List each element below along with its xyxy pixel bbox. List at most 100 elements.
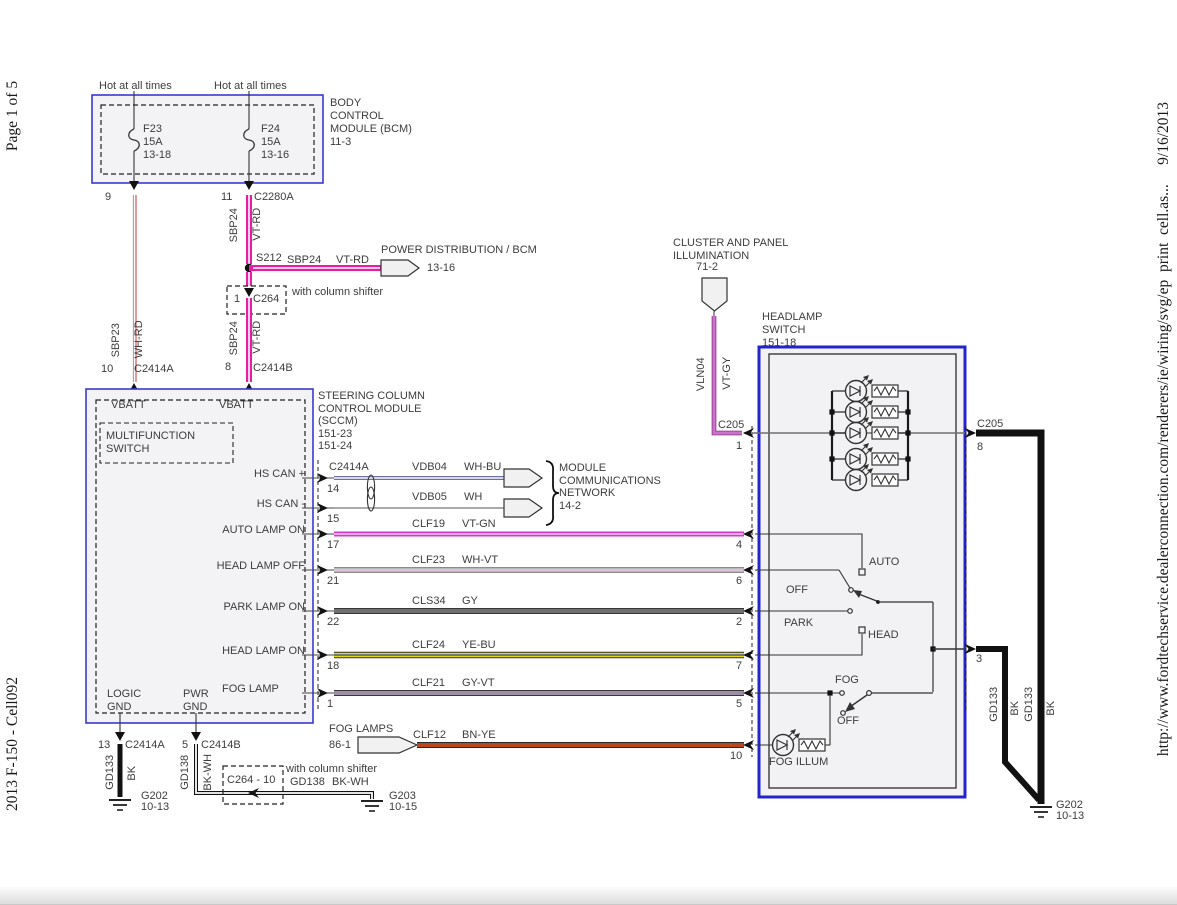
- sccm-title: STEERING COLUMN CONTROL MODULE (SCCM) 15…: [318, 390, 425, 453]
- c205-pin-8: 8: [977, 441, 983, 454]
- connector-c264: C264: [253, 293, 279, 306]
- color-bn-ye: BN-YE: [462, 729, 496, 742]
- sccm-pwr-gnd: PWR GND: [183, 688, 209, 713]
- ground-symbol-g202-left-icon: [109, 800, 131, 810]
- ground-g203-label: G203 10-15: [389, 791, 417, 813]
- color-ye-bu: YE-BU: [462, 639, 496, 652]
- pin-14: 14: [327, 483, 339, 496]
- ground-g202-right-label: G202 10-13: [1056, 800, 1084, 822]
- document-label: 2013 F-150 - Cell092: [5, 664, 21, 824]
- color-vt-rd-bot: VT-RD: [251, 317, 264, 357]
- pin-15: 15: [327, 513, 339, 526]
- hls-fog-label: FOG: [835, 674, 859, 687]
- power-distribution-title: POWER DISTRIBUTION / BCM: [381, 244, 537, 257]
- headlamp-switch-title: HEADLAMP SWITCH 151-18: [762, 311, 823, 350]
- bcm-title: BODY CONTROL MODULE (BCM) 11-3: [330, 97, 412, 149]
- connector-c205-left: C205: [718, 419, 744, 432]
- twisted-pair-icon: [367, 475, 374, 511]
- circuit-gd133-r2: GD133: [1023, 684, 1036, 724]
- pin-8: 8: [225, 361, 231, 374]
- pin-22: 22: [327, 616, 339, 629]
- signal-hs-can-minus: HS CAN -: [195, 498, 305, 511]
- park-contact-icon: [848, 609, 853, 614]
- gnd-conn-c2414a: C2414A: [125, 739, 165, 752]
- circuit-sbp24-top: SBP24: [228, 205, 241, 245]
- hls-fog-illum-label: FOG ILLUM: [769, 756, 828, 769]
- fuse-f24-label: F24 15A 13-16: [261, 123, 289, 162]
- color-vt-gn: VT-GN: [462, 518, 496, 531]
- color-wh: WH: [464, 491, 482, 504]
- circuit-vdb05: VDB05: [412, 491, 447, 504]
- right-ground-wires: [965, 428, 1052, 817]
- signal-auto-lamp-on: AUTO LAMP ON: [195, 524, 305, 537]
- hls-off-label: OFF: [786, 584, 808, 597]
- hls-head-label: HEAD: [868, 629, 899, 642]
- module-comm-connector-2-icon: [504, 499, 542, 517]
- connector-c205-right: C205: [977, 418, 1003, 431]
- circuit-gd138-h: GD138: [290, 776, 325, 789]
- ground-symbol-g203-icon: [361, 801, 383, 811]
- window-bottom-edge: [0, 886, 1177, 905]
- auto-contact-icon: [859, 569, 865, 575]
- fuse-f23-label: F23 15A 13-18: [143, 123, 171, 162]
- wire-vdb04-wh-bu: [334, 477, 504, 480]
- gnd-pin-13: 13: [98, 739, 110, 752]
- cluster-ref: 71-2: [696, 261, 718, 274]
- fog-illum-resistor-icon: [799, 739, 825, 751]
- url-footer-label: http://www.fordtechservice.dealerconnect…: [1156, 9, 1172, 849]
- wire-clf23-wh-vt: [334, 568, 744, 572]
- cluster-title: CLUSTER AND PANEL ILLUMINATION: [673, 237, 788, 262]
- c205-pin-1: 1: [736, 440, 742, 453]
- pin-18: 18: [327, 660, 339, 673]
- sccm-logic-gnd: LOGIC GND: [107, 688, 141, 713]
- bcm-pin-11: 11: [221, 191, 232, 204]
- color-vt-rd-h: VT-RD: [336, 254, 369, 267]
- signal-park-lamp-on: PARK LAMP ON: [195, 601, 305, 614]
- page-number-label: Page 1 of 5: [5, 71, 21, 161]
- fog-lamps-ref: 86-1: [329, 739, 351, 752]
- pin-1-fog: 1: [327, 698, 333, 711]
- pin-17: 17: [327, 539, 339, 552]
- color-wh-bu: WH-BU: [464, 461, 501, 474]
- wire-gd133-bk-branch: [976, 649, 1039, 800]
- signal-head-lamp-off: HEAD LAMP OFF: [195, 560, 305, 573]
- hls-fog-off-label: OFF: [837, 715, 859, 728]
- color-bk-wh: BK-WH: [202, 750, 215, 794]
- circuit-clf19: CLF19: [412, 518, 445, 531]
- sccm-vbatt-right: VBATT: [219, 399, 254, 412]
- ground-g202-left-label: G202 10-13: [141, 791, 169, 813]
- circuit-clf24: CLF24: [412, 639, 445, 652]
- circuit-clf23: CLF23: [412, 554, 445, 567]
- color-bk-r2: BK: [1045, 698, 1058, 718]
- signal-hs-can-plus: HS CAN +: [195, 468, 305, 481]
- fog-contact-icon: [840, 691, 845, 696]
- off-contact-icon: [849, 588, 854, 593]
- color-gy-vt: GY-VT: [462, 677, 495, 690]
- color-bk-left: BK: [126, 763, 139, 783]
- connector-c2414a-row1: C2414A: [329, 461, 369, 474]
- fog-lamps-title: FOG LAMPS: [329, 723, 393, 736]
- circuit-gd133-r1: GD133: [988, 684, 1001, 724]
- cluster-connector-icon: [702, 278, 727, 311]
- column-shifter-note-bottom: with column shifter: [286, 763, 377, 776]
- hls-pin-10: 10: [730, 750, 742, 763]
- connector-c2414a: C2414A: [134, 363, 174, 376]
- color-gy: GY: [462, 595, 478, 608]
- pin-21: 21: [327, 575, 339, 588]
- brace-icon: [546, 461, 559, 525]
- power-distribution-connector-icon: [381, 260, 419, 276]
- wiring-diagram-page: Page 1 of 5 2013 F-150 - Cell092 http://…: [0, 0, 1177, 905]
- hls-auto-label: AUTO: [869, 556, 899, 569]
- color-vt-rd-top: VT-RD: [251, 204, 264, 244]
- circuit-clf21: CLF21: [412, 677, 445, 690]
- signal-fog-lamp: FOG LAMP: [222, 683, 279, 696]
- signal-head-lamp-on: HEAD LAMP ON: [195, 645, 305, 658]
- connector-c264-10: C264 - 10: [227, 774, 275, 787]
- circuit-vln04: VLN04: [695, 354, 708, 394]
- bcm-pin-9: 9: [105, 191, 111, 204]
- circuit-sbp24-bot: SBP24: [228, 318, 241, 358]
- connector-c2414b: C2414B: [253, 362, 293, 375]
- module-comm-title: MODULE COMMUNICATIONS NETWORK 14-2: [559, 462, 661, 512]
- hls-pin-5: 5: [736, 698, 742, 711]
- resistor-icon: [872, 453, 898, 465]
